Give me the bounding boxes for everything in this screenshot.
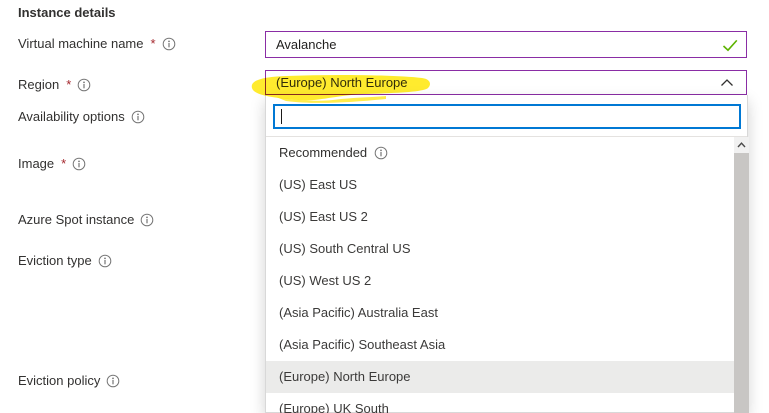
valid-checkmark-icon: [722, 39, 738, 57]
info-icon[interactable]: [374, 146, 388, 160]
vm-name-field: [265, 31, 747, 58]
instance-details-form: Instance details Virtual machine name * …: [0, 0, 769, 413]
info-icon[interactable]: [98, 254, 112, 268]
region-combobox[interactable]: (Europe) North Europe: [265, 70, 747, 95]
chevron-up-icon: [720, 75, 734, 90]
region-option-selected[interactable]: (Europe) North Europe: [266, 361, 734, 393]
scroll-up-arrow-icon[interactable]: [734, 137, 749, 153]
region-label-row: Region *: [18, 77, 91, 92]
group-header-label: Recommended: [279, 137, 367, 169]
vm-name-input[interactable]: [266, 32, 746, 57]
region-selected-value: (Europe) North Europe: [276, 75, 720, 90]
region-option[interactable]: (Europe) UK South: [266, 393, 734, 413]
region-dropdown-panel: Recommended (US) East US (US) East US 2 …: [265, 95, 748, 413]
dropdown-scrollbar[interactable]: [734, 137, 749, 413]
info-icon[interactable]: [162, 37, 176, 51]
info-icon[interactable]: [77, 78, 91, 92]
eviction-policy-label: Eviction policy: [18, 373, 100, 388]
spot-label-row: Azure Spot instance: [18, 212, 154, 227]
vm-name-label: Virtual machine name: [18, 36, 144, 51]
image-label-row: Image *: [18, 156, 86, 171]
info-icon[interactable]: [72, 157, 86, 171]
group-header-recommended: Recommended: [266, 137, 734, 169]
text-caret: [281, 109, 282, 124]
eviction-type-label: Eviction type: [18, 253, 92, 268]
image-label: Image: [18, 156, 54, 171]
region-option[interactable]: (US) East US: [266, 169, 734, 201]
eviction-type-label-row: Eviction type: [18, 253, 112, 268]
info-icon[interactable]: [131, 110, 145, 124]
availability-label: Availability options: [18, 109, 125, 124]
region-option-list: Recommended (US) East US (US) East US 2 …: [266, 137, 734, 413]
region-option[interactable]: (Asia Pacific) Australia East: [266, 297, 734, 329]
region-search-field: [273, 104, 741, 129]
required-asterisk: *: [61, 156, 66, 171]
required-asterisk: *: [151, 36, 156, 51]
eviction-policy-label-row: Eviction policy: [18, 373, 120, 388]
vm-name-label-row: Virtual machine name *: [18, 36, 176, 51]
region-search-input[interactable]: [275, 106, 739, 127]
region-option[interactable]: (US) East US 2: [266, 201, 734, 233]
info-icon[interactable]: [106, 374, 120, 388]
region-option[interactable]: (US) West US 2: [266, 265, 734, 297]
required-asterisk: *: [66, 77, 71, 92]
azure-spot-label: Azure Spot instance: [18, 212, 134, 227]
availability-label-row: Availability options: [18, 109, 145, 124]
region-label: Region: [18, 77, 59, 92]
section-title: Instance details: [18, 5, 116, 20]
region-option[interactable]: (US) South Central US: [266, 233, 734, 265]
scrollbar-thumb[interactable]: [734, 153, 749, 413]
region-option[interactable]: (Asia Pacific) Southeast Asia: [266, 329, 734, 361]
info-icon[interactable]: [140, 213, 154, 227]
